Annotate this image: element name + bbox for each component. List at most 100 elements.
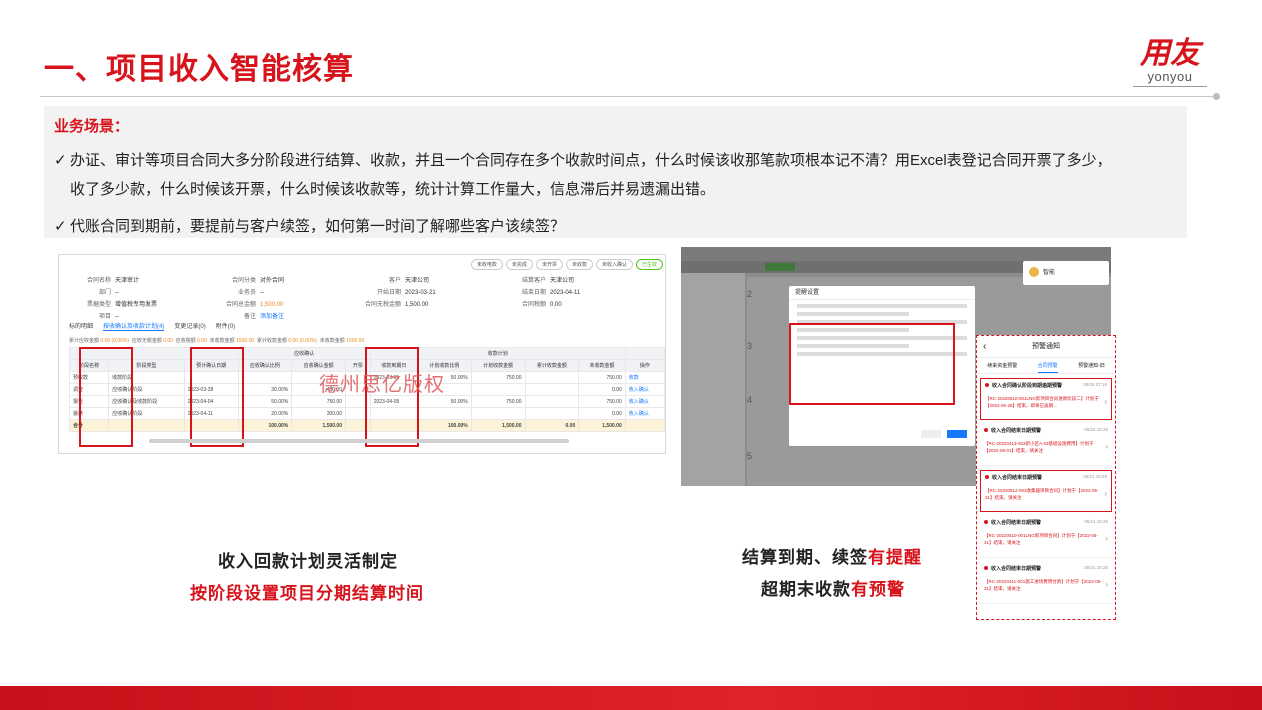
back-icon[interactable]: ‹	[983, 336, 986, 358]
yonyou-logo: 用友 yonyou	[1130, 38, 1210, 87]
table-cell[interactable]: 收款	[624, 371, 665, 384]
box-due-date	[365, 347, 419, 447]
tab-3[interactable]: 附件(0)	[216, 321, 235, 331]
table-cell: 0.00	[524, 419, 580, 432]
slide-title: 一、项目收入智能核算	[44, 53, 354, 86]
form-value: 0.00	[550, 302, 562, 308]
table-cell: 750.00	[578, 371, 626, 384]
form-label: 开始日期	[376, 290, 401, 296]
form-value: 对外合同	[260, 278, 285, 284]
form-field: 合同总金额 1,500.00	[216, 299, 361, 311]
step-number: 2	[747, 289, 753, 299]
table-cell	[524, 395, 580, 408]
form-row: 合同名称 天津审计 合同分类 对外合同 客户 天津公司 结算客户 天津公司	[71, 275, 651, 287]
table-cell: 1,500.00	[470, 419, 526, 432]
summary-value: 1500.00	[236, 338, 255, 344]
popup-name: 智能	[1043, 270, 1056, 276]
notification-date: 05/21 15:25	[1084, 519, 1108, 524]
form-label: 结束日期	[521, 290, 546, 296]
notification-body: 【RC-20220512-003收集器项目合同】计划于【2022-05-31】结…	[985, 488, 1099, 500]
summary-value: 0.00 (0.00%)	[100, 338, 130, 344]
form-value: 天津审计	[115, 278, 140, 284]
notification-item[interactable]: 收入合同结束日期预警 05/21 15:25 【RC-20220512-003收集器…	[980, 470, 1112, 512]
table-cell: 300.00	[291, 407, 346, 420]
notification-date: 05/25 07:15	[1083, 382, 1107, 387]
column-header: 应收确认比例	[237, 359, 293, 372]
notification-item[interactable]: 收入合同结束日期预警 05/21 15:25 【RC-20220510-001LNG…	[980, 516, 1112, 558]
tab-2[interactable]: 变更记录(0)	[174, 321, 205, 331]
scenario-point-2: ✓ 代账合同到期前，要提前与客户续签，如何第一时间了解哪些客户该续签？	[54, 212, 565, 241]
phone-tab-1[interactable]: 合同预警	[1037, 358, 1058, 373]
app-topbar	[681, 247, 1111, 261]
tab-0[interactable]: 标的明细	[69, 321, 93, 331]
toolbar-button[interactable]: 未开票	[535, 259, 563, 270]
notification-list: 收入合同确认阶段到期逾期预警 05/25 07:15 【RC-20220510-00…	[977, 378, 1115, 604]
app-nav-active-tab[interactable]	[765, 263, 795, 271]
form-field: 合同名称 天津审计	[71, 275, 216, 287]
horizontal-scrollbar[interactable]	[149, 439, 569, 443]
scenario-point-2-line1: 代账合同到期前，要提前与客户续签，如何第一时间了解哪些客户该续签？	[70, 218, 566, 235]
table-cell	[470, 407, 526, 420]
toolbar-button[interactable]: 已生效	[635, 259, 663, 270]
notification-date: 05/21 15:25	[1084, 565, 1108, 570]
form-field: 结算客户 天津公司	[506, 275, 651, 287]
logo-underline	[1133, 86, 1207, 87]
notification-title-text: 收入合同结束日期预警	[991, 428, 1042, 434]
step-number: 3	[747, 341, 753, 351]
summary-value: 1500.00	[346, 338, 365, 344]
box-confirm-date	[190, 347, 244, 447]
table-cell: 50.00%	[417, 395, 472, 408]
notification-body: 【RC-20220411-001施工进场费用付款】计划于【2022-05-31】…	[984, 579, 1102, 591]
dialog-buttons	[921, 430, 967, 438]
phone-header: ‹ 预警通知	[977, 336, 1115, 358]
notification-title-text: 收入合同确认阶段到期逾期预警	[992, 383, 1063, 389]
toolbar-button[interactable]: 未收电款	[470, 259, 503, 270]
group-header: 应收确认	[237, 347, 371, 360]
step-number: 5	[747, 451, 753, 461]
dialog-title: 提醒设置	[789, 286, 975, 300]
chevron-right-icon: ›	[1104, 489, 1107, 498]
cancel-button[interactable]	[921, 430, 941, 438]
form-label: 票据类型	[86, 302, 111, 308]
caption-text: 结算到期、续签	[742, 548, 868, 567]
table-cell: 0.00	[578, 407, 626, 420]
form-field: 合同税额 0.00	[506, 299, 651, 311]
check-icon: ✓	[54, 218, 67, 235]
contract-detail-screenshot: 未收电款 未完成 未开票 未收款 未收入确认 已生效 合同名称 天津审计 合同分类 对外合同 客户…	[58, 254, 666, 454]
table-cell[interactable]: 收入确认	[624, 407, 665, 420]
table-cell	[624, 419, 665, 432]
toolbar-button[interactable]: 未完成	[505, 259, 533, 270]
phone-tabs: 续来资金预警 合同预警 预警通知-旧	[977, 358, 1115, 374]
form-field	[361, 311, 506, 323]
form-label: 合同无税金额	[364, 302, 401, 308]
toolbar-button[interactable]: 未收入确认	[595, 259, 633, 270]
table-cell	[524, 371, 580, 384]
notification-title-text: 收入合同结束日期预警	[991, 520, 1042, 526]
notification-item[interactable]: 收入合同结束日期预警 05/22 15:25 【RC-20220413-003新小区…	[980, 424, 1112, 466]
phone-tab-2[interactable]: 预警通知-旧	[1078, 358, 1105, 373]
alert-dot-icon	[984, 520, 988, 524]
table-cell[interactable]: 收入确认	[624, 395, 665, 408]
alert-dot-icon	[984, 566, 988, 570]
form-label: 部门	[98, 290, 111, 296]
summary-value: 0.00	[163, 338, 173, 344]
notification-item[interactable]: 收入合同结束日期预警 05/21 15:25 【RC-20220411-001施工进…	[980, 562, 1112, 604]
form-value[interactable]: 添加备注	[260, 314, 284, 320]
scenario-point-1-line2: 收了多少款，什么时候该开票，什么时候该收款等，统计计算工作量大，信息滞后并易遗漏…	[70, 181, 716, 198]
phone-tab-0[interactable]: 续来资金预警	[987, 358, 1017, 373]
summary-label: 累计应收金额	[69, 338, 100, 344]
form-field: 部门 --	[71, 287, 216, 299]
notification-body: 【RC-20220510-001LNG新项目合同】计划于【2022-05-31】…	[984, 533, 1098, 545]
title-rule-dot	[1213, 93, 1220, 100]
summary-label: 应收税额	[175, 338, 196, 344]
form-row: 部门 -- 业务员 -- 开始日期 2023-03-21 结束日期 2023-04-11	[71, 287, 651, 299]
notification-item[interactable]: 收入合同确认阶段到期逾期预警 05/25 07:15 【RC-20220510-00…	[980, 378, 1112, 420]
caption-highlight: 有提醒	[868, 548, 922, 567]
caption-right-1: 结算到期、续签有提醒	[742, 543, 922, 568]
table-cell[interactable]: 收入确认	[624, 383, 665, 396]
notification-body: 【RC-20220413-003新小区A-03基础设施费用】计划于【2022-0…	[984, 441, 1094, 453]
toolbar-button[interactable]: 未收款	[565, 259, 593, 270]
confirm-button[interactable]	[947, 430, 967, 438]
tab-1[interactable]: 按收确认及收款计划(4)	[103, 321, 165, 331]
notification-date: 05/21 15:25	[1083, 474, 1107, 479]
